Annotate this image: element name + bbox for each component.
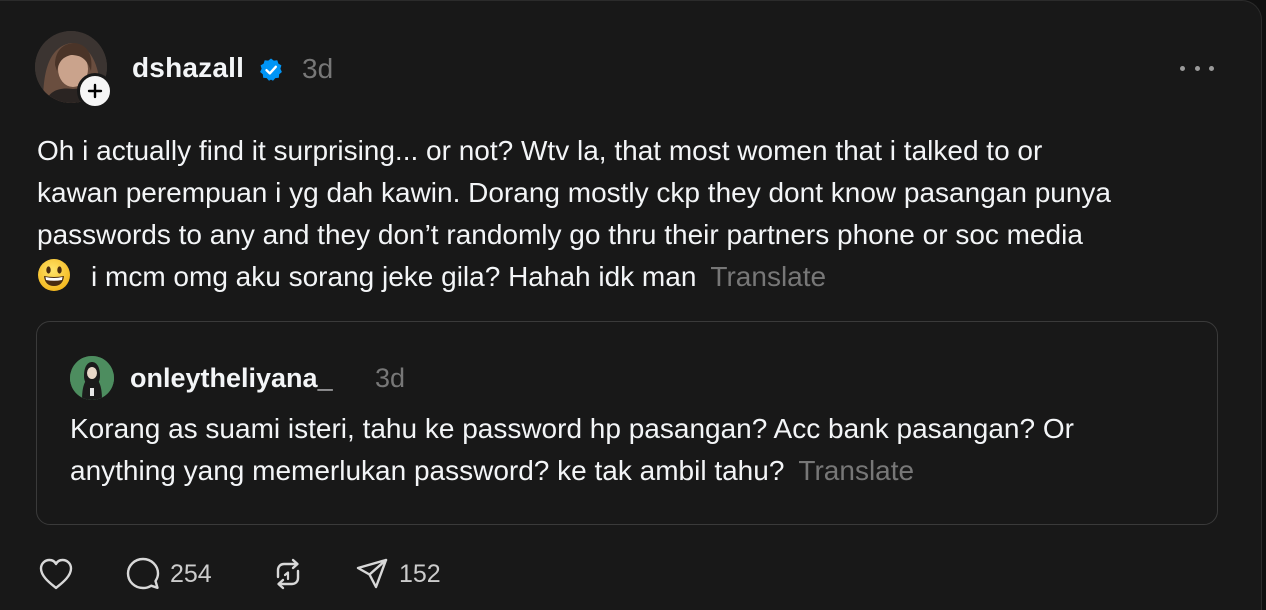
quoted-body: Korang as suami isteri, tahu ke password… xyxy=(70,408,1190,492)
quoted-timestamp: 3d xyxy=(375,363,406,393)
follow-button[interactable] xyxy=(77,73,113,109)
post-line: Oh i actually find it surprising... or n… xyxy=(37,135,1043,166)
post-line-last: i mcm omg aku sorang jeke gila? Hahah id… xyxy=(37,256,1237,298)
quoted-post[interactable]: onleytheliyana_ 3d Korang as suami ister… xyxy=(36,321,1218,525)
share-button[interactable]: 152 xyxy=(355,554,441,594)
translate-link[interactable]: Translate xyxy=(710,261,826,292)
post-line: kawan perempuan i yg dah kawin. Dorang m… xyxy=(37,177,1111,208)
more-dot-icon xyxy=(1180,65,1185,71)
quoted-username[interactable]: onleytheliyana_ xyxy=(130,363,333,394)
quoted-line-last: anything yang memerlukan password? ke ta… xyxy=(70,450,1190,492)
repost-arrows-icon xyxy=(276,558,300,590)
more-dot-icon xyxy=(1209,65,1214,71)
author-avatar-wrapper[interactable] xyxy=(35,31,113,109)
post-card: dshazall 3d Oh i actually find it surpri… xyxy=(0,0,1262,610)
reply-count: 254 xyxy=(170,559,212,588)
verified-badge-icon xyxy=(260,58,282,81)
more-options-button[interactable] xyxy=(1180,58,1214,78)
quoted-translate-link[interactable]: Translate xyxy=(798,455,914,486)
like-button[interactable] xyxy=(38,554,126,594)
repost-button[interactable] xyxy=(271,554,355,594)
reply-button[interactable]: 254 xyxy=(126,554,271,594)
author-username[interactable]: dshazall xyxy=(132,52,244,84)
paper-plane-icon xyxy=(356,558,388,589)
plus-icon xyxy=(87,83,103,99)
post-timestamp: 3d xyxy=(302,53,334,84)
heart-icon xyxy=(39,558,73,590)
quoted-avatar[interactable] xyxy=(70,356,114,400)
quoted-line: Korang as suami isteri, tahu ke password… xyxy=(70,413,1074,444)
post-body: Oh i actually find it surprising... or n… xyxy=(37,130,1237,298)
post-line: passwords to any and they don’t randomly… xyxy=(37,219,1083,250)
action-bar: 254 152 xyxy=(38,554,441,594)
more-dot-icon xyxy=(1194,65,1200,71)
speech-bubble-icon xyxy=(126,557,160,590)
grinning-face-emoji-icon xyxy=(38,259,70,291)
quoted-line-text: anything yang memerlukan password? ke ta… xyxy=(70,455,785,486)
share-count: 152 xyxy=(399,559,441,588)
post-line-text: i mcm omg aku sorang jeke gila? Hahah id… xyxy=(91,261,697,292)
